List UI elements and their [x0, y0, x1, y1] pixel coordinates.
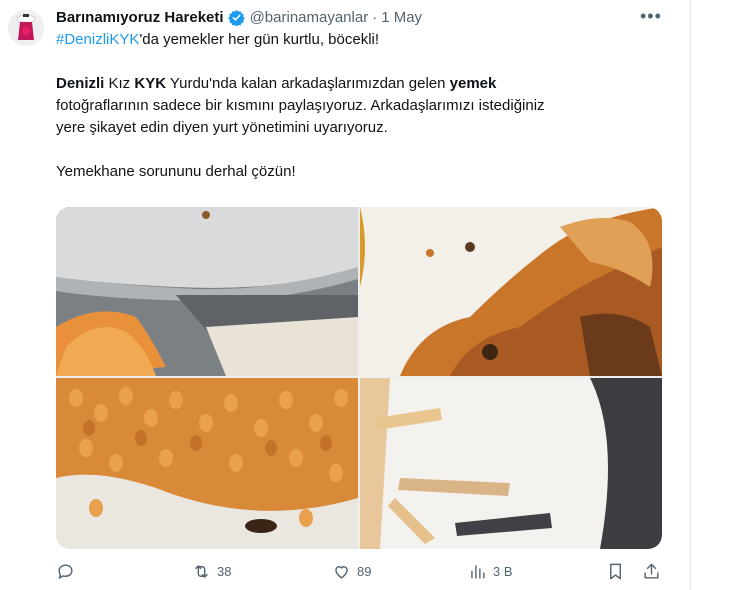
- tweet-date[interactable]: 1 May: [381, 9, 422, 26]
- more-options-icon[interactable]: •••: [640, 6, 662, 27]
- bookmark-icon: [610, 563, 621, 580]
- photo-1[interactable]: [56, 207, 358, 376]
- photo-1-image: [56, 207, 358, 376]
- bold-denizli: Denizli: [56, 75, 105, 92]
- text-yurdu: Yurdu'nda kalan arkadaşlarımızdan gelen: [166, 75, 450, 92]
- retweet-count: 38: [217, 564, 232, 579]
- views-chart-icon: [471, 565, 485, 579]
- views-button[interactable]: 3 B: [468, 562, 513, 581]
- tweet-line-3: fotoğraflarının sadece bir kısmını payla…: [56, 97, 545, 114]
- photo-2[interactable]: [360, 207, 662, 376]
- bold-yemek: yemek: [449, 75, 497, 92]
- photo-4[interactable]: [360, 378, 662, 549]
- tweet-card: Barınamıyoruz Hareketi @barinamayanlar ·…: [0, 0, 691, 590]
- avatar-image: [8, 10, 44, 46]
- hashtag-link[interactable]: #DenizliKYK: [56, 31, 139, 48]
- separator-dot: ·: [372, 8, 378, 26]
- author-handle[interactable]: @barinamayanlar: [250, 9, 369, 26]
- views-count: 3 B: [493, 564, 513, 579]
- text-kiz: Kız: [104, 75, 135, 92]
- like-button[interactable]: 89: [332, 562, 371, 581]
- tweet-text: #DenizliKYK'da yemekler her gün kurtlu, …: [56, 29, 666, 183]
- photo-2-image: [360, 207, 662, 376]
- photo-3-image: [56, 378, 358, 549]
- share-icon: [644, 563, 659, 579]
- tweet-header: Barınamıyoruz Hareketi @barinamayanlar ·…: [56, 6, 422, 28]
- share-button[interactable]: [642, 562, 661, 581]
- author-name[interactable]: Barınamıyoruz Hareketi: [56, 9, 224, 26]
- media-grid: [56, 207, 662, 549]
- heart-icon: [335, 566, 348, 579]
- tweet-line-4: yere şikayet edin diyen yurt yönetimini …: [56, 119, 388, 136]
- tweet-line-1: #DenizliKYK'da yemekler her gün kurtlu, …: [56, 29, 666, 51]
- verified-badge-icon: [227, 9, 245, 26]
- reply-button[interactable]: [56, 562, 75, 581]
- retweet-button[interactable]: 38: [192, 562, 231, 581]
- like-count: 89: [357, 564, 372, 579]
- action-bar: 38 89 3 B: [56, 562, 666, 586]
- avatar[interactable]: [8, 10, 44, 46]
- tweet-line-1-text: 'da yemekler her gün kurtlu, böcekli!: [139, 31, 380, 48]
- bookmark-button[interactable]: [606, 562, 625, 581]
- tweet-blank-line-2: [56, 139, 666, 161]
- photo-4-image: [360, 378, 662, 549]
- retweet-icon: [195, 565, 208, 578]
- tweet-line-2: Denizli Kız KYK Yurdu'nda kalan arkadaşl…: [56, 73, 666, 95]
- tweet-line-5: Yemekhane sorununu derhal çözün!: [56, 163, 296, 180]
- bold-kyk: KYK: [134, 75, 167, 92]
- reply-icon: [58, 564, 73, 580]
- photo-3[interactable]: [56, 378, 358, 549]
